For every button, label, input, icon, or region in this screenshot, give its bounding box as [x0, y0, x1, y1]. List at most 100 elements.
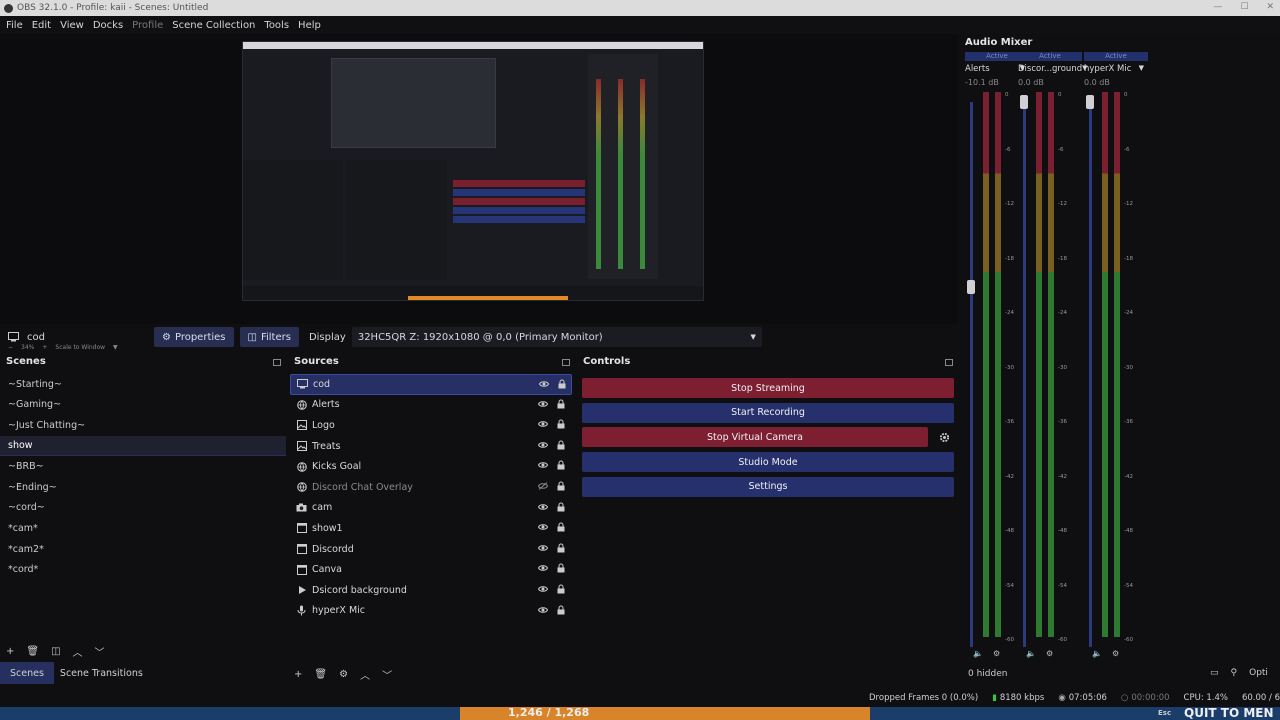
channel-name-row[interactable]: hyperX Mic ▼: [1084, 64, 1148, 74]
menu-help[interactable]: Help: [298, 20, 321, 31]
display-select[interactable]: 32HC5QR Z: 1920x1080 @ 0,0 (Primary Moni…: [351, 327, 762, 347]
source-item[interactable]: Logo: [290, 415, 572, 436]
menu-scene-collection[interactable]: Scene Collection: [172, 20, 255, 31]
add-scene-button[interactable]: +: [6, 646, 14, 657]
eye-icon[interactable]: [537, 606, 549, 614]
preview-canvas[interactable]: [242, 41, 704, 301]
scene-item[interactable]: ~BRB~: [0, 456, 286, 477]
menu-profile[interactable]: Profile: [132, 20, 163, 31]
close-button[interactable]: ✕: [1266, 2, 1274, 12]
lock-icon[interactable]: [557, 522, 565, 532]
scene-item[interactable]: *cam2*: [0, 539, 286, 560]
volume-fader[interactable]: [970, 102, 973, 647]
eye-icon[interactable]: [537, 441, 549, 449]
tab-scenes[interactable]: Scenes: [0, 662, 54, 684]
menu-edit[interactable]: Edit: [32, 20, 51, 31]
speaker-icon[interactable]: 🔈: [1092, 649, 1102, 658]
monitor-settings-icon[interactable]: ⚙: [993, 649, 1000, 658]
eye-icon[interactable]: [538, 380, 550, 388]
link-icon[interactable]: ⚲: [1231, 668, 1238, 678]
eye-icon[interactable]: [537, 523, 549, 531]
scene-filters-icon[interactable]: ◫: [51, 646, 60, 657]
fader-handle[interactable]: [967, 280, 975, 294]
sources-float-icon[interactable]: [562, 359, 570, 366]
maximize-button[interactable]: ☐: [1240, 2, 1248, 12]
channel-name-row[interactable]: Discor...ground ▼: [1018, 64, 1088, 74]
studio-mode-button[interactable]: Studio Mode: [582, 452, 954, 473]
add-source-button[interactable]: +: [294, 669, 302, 680]
move-up-icon[interactable]: ︿: [73, 644, 83, 659]
source-item[interactable]: Alerts: [290, 395, 572, 416]
scene-item[interactable]: *cam*: [0, 518, 286, 539]
scene-item[interactable]: ~Just Chatting~: [0, 415, 286, 436]
source-item[interactable]: Kicks Goal: [290, 456, 572, 477]
fader-handle[interactable]: [1020, 95, 1028, 109]
settings-button[interactable]: Settings: [582, 476, 954, 497]
fader-handle[interactable]: [1086, 95, 1094, 109]
eye-icon[interactable]: [537, 585, 549, 593]
speaker-icon[interactable]: 🔈: [1026, 649, 1036, 658]
minimize-button[interactable]: —: [1213, 2, 1222, 12]
speaker-icon[interactable]: 🔈: [973, 649, 983, 658]
scene-item[interactable]: ~Starting~: [0, 374, 286, 395]
source-item[interactable]: Discord Chat Overlay: [290, 477, 572, 498]
mixer-options-button[interactable]: Opti: [1249, 668, 1268, 678]
remove-scene-icon[interactable]: 🗑: [26, 646, 39, 657]
volume-fader[interactable]: [1023, 102, 1026, 647]
filters-button[interactable]: ◫ Filters: [239, 327, 299, 347]
source-item[interactable]: Discordd: [290, 539, 572, 560]
menu-docks[interactable]: Docks: [93, 20, 123, 31]
eye-icon[interactable]: [537, 461, 549, 469]
move-down-icon[interactable]: ﹀: [382, 667, 392, 682]
eye-icon[interactable]: [537, 544, 549, 552]
scene-item[interactable]: ~Gaming~: [0, 395, 286, 416]
eye-icon[interactable]: [537, 564, 549, 572]
lock-icon[interactable]: [557, 460, 565, 470]
move-down-icon[interactable]: ﹀: [95, 644, 105, 659]
tab-scene-transitions[interactable]: Scene Transitions: [54, 662, 149, 684]
source-item[interactable]: hyperX Mic: [290, 601, 572, 622]
virtual-camera-settings-icon[interactable]: [934, 432, 954, 443]
lock-icon[interactable]: [557, 563, 565, 573]
lock-icon[interactable]: [558, 379, 566, 389]
source-item[interactable]: Treats: [290, 436, 572, 457]
scene-item[interactable]: ~cord~: [0, 498, 286, 519]
controls-float-icon[interactable]: [945, 359, 953, 366]
preview-area[interactable]: − 34% + Scale to Window ▼: [0, 34, 958, 351]
scenes-float-icon[interactable]: [273, 359, 281, 366]
move-up-icon[interactable]: ︿: [360, 667, 370, 682]
menu-view[interactable]: View: [60, 20, 84, 31]
source-item[interactable]: show1: [290, 518, 572, 539]
chevron-down-icon[interactable]: ▼: [1139, 64, 1144, 74]
lock-icon[interactable]: [557, 584, 565, 594]
properties-button[interactable]: ⚙ Properties: [154, 327, 234, 347]
layout-icon[interactable]: ▭: [1210, 668, 1219, 678]
monitor-settings-icon[interactable]: ⚙: [1112, 649, 1119, 658]
stop-streaming-button[interactable]: Stop Streaming: [582, 378, 954, 398]
volume-fader[interactable]: [1089, 102, 1092, 647]
lock-icon[interactable]: [557, 399, 565, 409]
scene-item-selected[interactable]: show: [0, 435, 286, 457]
lock-icon[interactable]: [557, 605, 565, 615]
eye-icon[interactable]: [537, 503, 549, 511]
lock-icon[interactable]: [557, 502, 565, 512]
menu-file[interactable]: File: [6, 20, 23, 31]
remove-source-icon[interactable]: 🗑: [314, 669, 327, 680]
source-item-selected[interactable]: cod: [290, 374, 572, 395]
menu-tools[interactable]: Tools: [264, 20, 289, 31]
monitor-settings-icon[interactable]: ⚙: [1046, 649, 1053, 658]
source-item[interactable]: Dsicord background: [290, 580, 572, 601]
lock-icon[interactable]: [557, 481, 565, 491]
eye-icon[interactable]: [537, 420, 549, 428]
eye-hidden-icon[interactable]: [537, 482, 549, 490]
start-recording-button[interactable]: Start Recording: [582, 402, 954, 423]
scene-item[interactable]: ~Ending~: [0, 477, 286, 498]
source-settings-icon[interactable]: ⚙: [339, 669, 348, 680]
lock-icon[interactable]: [557, 440, 565, 450]
eye-icon[interactable]: [537, 400, 549, 408]
lock-icon[interactable]: [557, 543, 565, 553]
scene-item[interactable]: *cord*: [0, 559, 286, 580]
source-item[interactable]: cam: [290, 498, 572, 519]
source-item[interactable]: Canva: [290, 559, 572, 580]
stop-virtual-camera-button[interactable]: Stop Virtual Camera: [582, 427, 928, 448]
